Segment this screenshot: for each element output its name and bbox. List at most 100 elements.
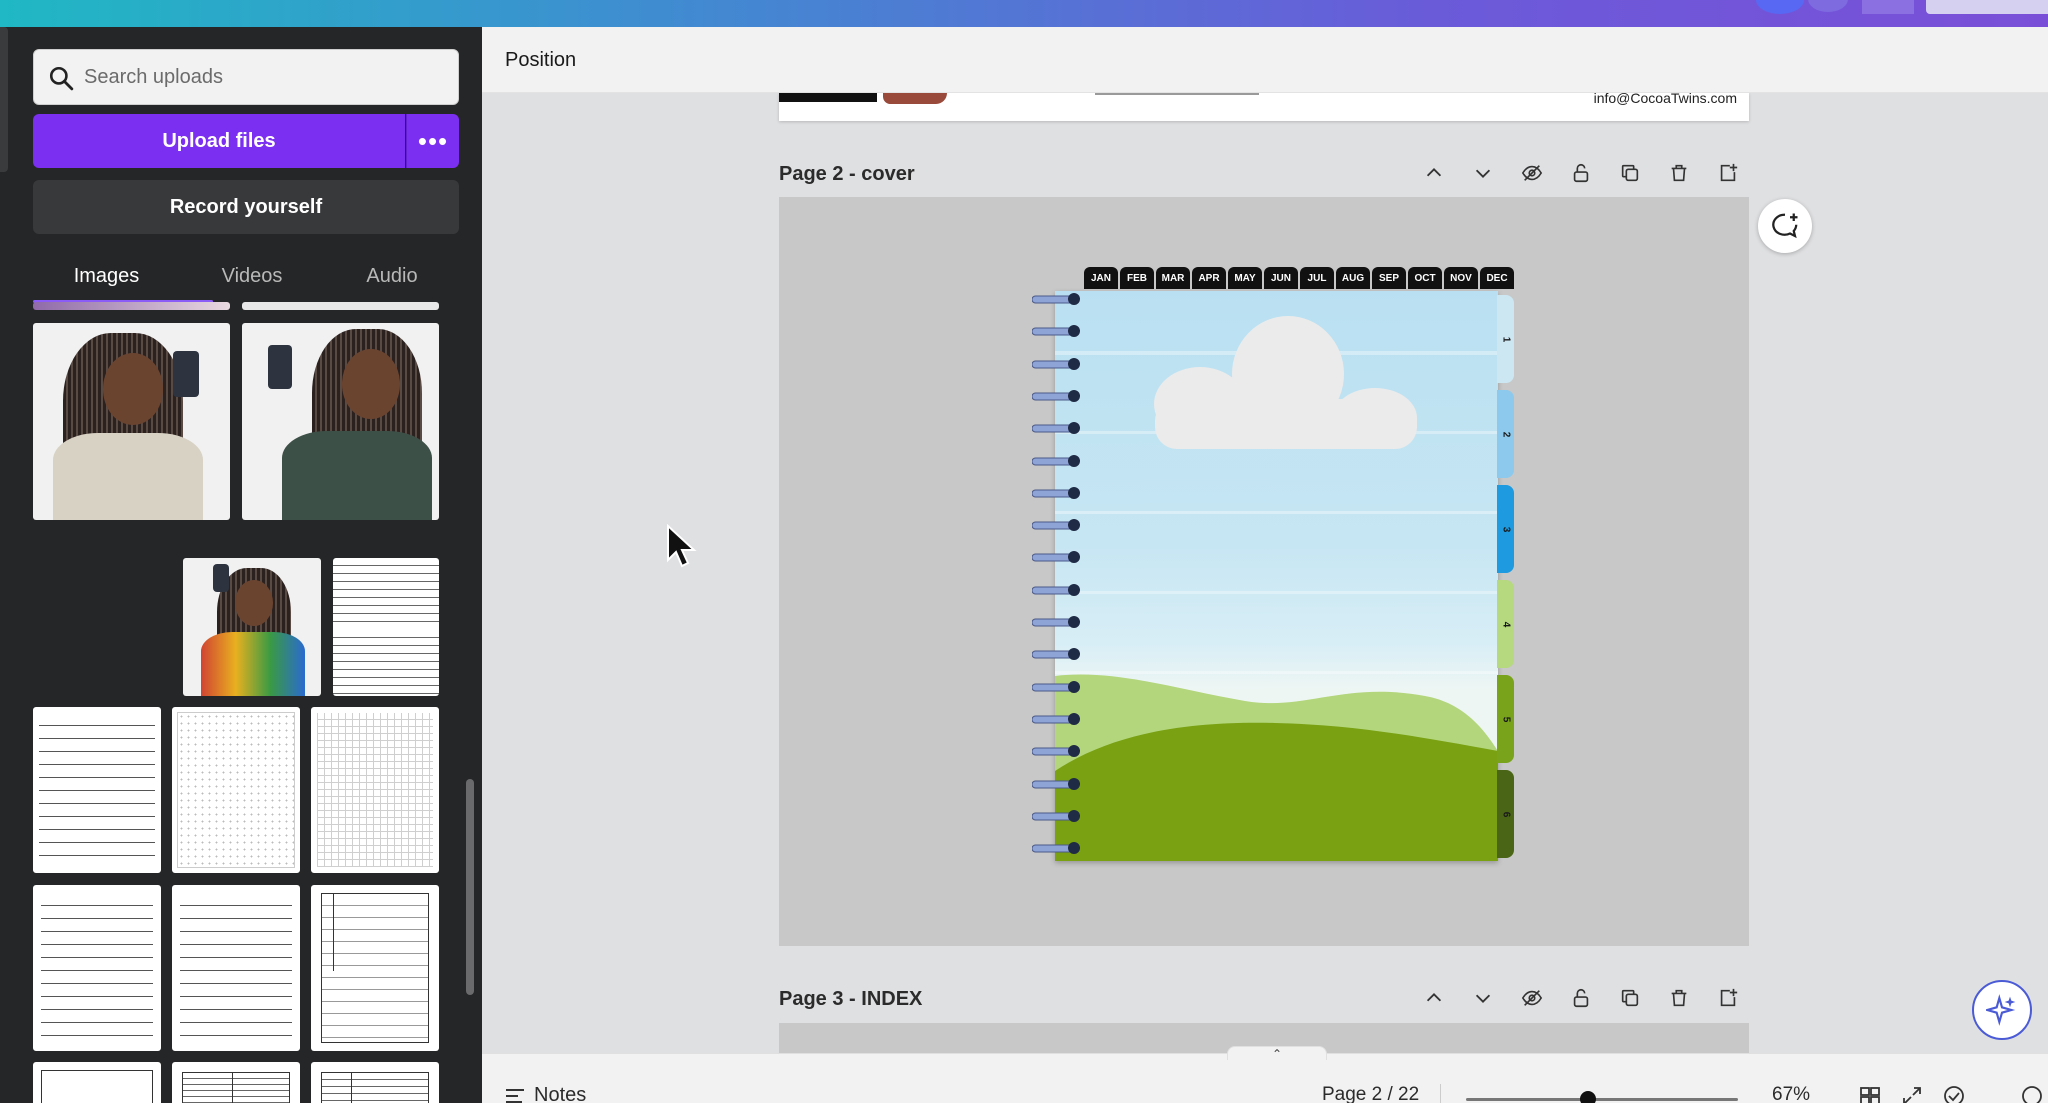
landscape-illustration xyxy=(1055,316,1498,861)
upload-more-options-button[interactable]: ••• xyxy=(406,114,459,168)
page-indicator[interactable]: Page 2 / 22 xyxy=(1322,1084,1419,1103)
record-yourself-button[interactable]: Record yourself xyxy=(33,180,459,234)
upload-thumbnail-person-selfie[interactable] xyxy=(183,558,321,696)
expand-pages-handle[interactable]: ⌃ xyxy=(1227,1046,1327,1061)
upload-thumbnail[interactable] xyxy=(33,302,230,310)
spiral-ring xyxy=(1032,809,1080,822)
duplicate-page-button[interactable] xyxy=(1605,983,1654,1013)
duplicate-page-button[interactable] xyxy=(1605,158,1654,188)
move-page-down-button[interactable] xyxy=(1458,983,1507,1013)
upload-thumbnail-lined-paper[interactable] xyxy=(172,885,300,1051)
upload-thumbnail-lined-paper[interactable] xyxy=(311,1062,439,1103)
month-tab: DEC xyxy=(1480,267,1514,289)
spiral-ring xyxy=(1032,777,1080,790)
spiral-ring xyxy=(1032,616,1080,628)
upload-files-button[interactable]: Upload files xyxy=(33,114,405,168)
move-page-up-button[interactable] xyxy=(1409,983,1458,1013)
upload-thumbnail-lined-paper[interactable] xyxy=(333,558,439,696)
panel-scrollbar[interactable] xyxy=(466,779,474,995)
add-page-button[interactable] xyxy=(1703,983,1752,1013)
duplicate-icon xyxy=(1621,989,1638,1007)
lock-page-button[interactable] xyxy=(1556,983,1605,1013)
upload-thumbnail-person-selfie[interactable] xyxy=(33,323,230,520)
move-page-down-button[interactable] xyxy=(1458,158,1507,188)
avatar[interactable] xyxy=(1756,0,1804,14)
duplicate-icon xyxy=(1621,164,1638,182)
spiral-ring xyxy=(1032,712,1080,725)
share-button[interactable] xyxy=(1926,0,2048,14)
magic-assistant-button[interactable] xyxy=(1972,980,2032,1040)
uploads-panel: Search uploads Upload files ••• Record y… xyxy=(0,27,482,1103)
section-tabs: 1 2 3 4 5 6 xyxy=(1497,291,1515,858)
spiral-ring xyxy=(1032,648,1080,661)
search-placeholder: Search uploads xyxy=(84,65,223,88)
section-tab-label: 5 xyxy=(1500,716,1511,722)
notebook-cover[interactable] xyxy=(1055,291,1498,861)
move-page-up-button[interactable] xyxy=(1409,158,1458,188)
month-tab: NOV xyxy=(1444,267,1478,289)
zoom-level[interactable]: 67% xyxy=(1772,1084,1810,1103)
lock-page-button[interactable] xyxy=(1556,158,1605,188)
spiral-ring xyxy=(1032,519,1080,532)
page-2-controls xyxy=(1409,158,1752,188)
notes-button[interactable]: Notes xyxy=(504,1084,586,1103)
chevron-down-icon xyxy=(1475,994,1490,1003)
add-page-icon xyxy=(1720,163,1737,182)
tab-audio[interactable]: Audio xyxy=(325,253,459,299)
position-button[interactable]: Position xyxy=(505,49,576,72)
section-tab: 3 xyxy=(1497,485,1514,573)
spiral-ring xyxy=(1032,680,1080,693)
upload-thumbnail-dot-paper[interactable] xyxy=(172,707,300,873)
page-3-title[interactable]: Page 3 - INDEX xyxy=(779,988,922,1011)
page-1-preview[interactable]: info@CocoaTwins.com xyxy=(779,93,1749,121)
chevron-up-icon: ⌃ xyxy=(1271,1047,1283,1061)
upload-thumbnail-lined-paper[interactable] xyxy=(172,1062,300,1103)
check-circle-icon[interactable] xyxy=(1942,1084,1966,1103)
spiral-ring xyxy=(1032,486,1080,499)
section-tab: 4 xyxy=(1497,580,1514,668)
top-bar-button[interactable] xyxy=(1862,0,1914,14)
tab-videos[interactable]: Videos xyxy=(179,253,325,299)
eye-off-icon xyxy=(1521,165,1542,181)
mouse-cursor-icon xyxy=(667,524,697,568)
help-icon[interactable] xyxy=(2020,1084,2044,1103)
upload-thumbnail-person-selfie[interactable] xyxy=(242,323,439,520)
fullscreen-icon[interactable] xyxy=(1900,1084,1924,1103)
month-tab: MAR xyxy=(1156,267,1190,289)
notes-label: Notes xyxy=(534,1084,587,1103)
month-tab: AUG xyxy=(1336,267,1370,289)
zoom-slider[interactable] xyxy=(1466,1091,1738,1103)
upload-thumbnail-cornell-paper[interactable] xyxy=(311,885,439,1051)
page-2-title[interactable]: Page 2 - cover xyxy=(779,163,915,186)
tab-images[interactable]: Images xyxy=(33,253,180,299)
search-uploads-input[interactable]: Search uploads xyxy=(33,49,459,105)
section-tab-label: 6 xyxy=(1500,811,1511,817)
avatar[interactable] xyxy=(1808,0,1848,12)
uploads-grid xyxy=(0,302,470,1103)
upload-thumbnail-blank-paper[interactable] xyxy=(33,1062,161,1103)
month-tab: APR xyxy=(1192,267,1226,289)
delete-page-button[interactable] xyxy=(1654,983,1703,1013)
add-comment-button[interactable] xyxy=(1758,199,1812,253)
spiral-ring xyxy=(1032,842,1080,855)
grid-view-icon[interactable] xyxy=(1858,1084,1882,1103)
add-page-button[interactable] xyxy=(1703,158,1752,188)
spiral-ring xyxy=(1032,551,1080,564)
month-tab: JUL xyxy=(1300,267,1334,289)
upload-thumbnail[interactable] xyxy=(242,302,439,310)
spiral-ring xyxy=(1032,293,1080,305)
spiral-ring xyxy=(1032,389,1080,402)
media-tabs: Images Videos Audio xyxy=(33,253,459,303)
rail-scrollbar[interactable] xyxy=(0,27,8,172)
upload-thumbnail-lined-paper[interactable] xyxy=(33,707,161,873)
upload-thumbnail-grid-paper[interactable] xyxy=(311,707,439,873)
hide-page-button[interactable] xyxy=(1507,158,1556,188)
hide-page-button[interactable] xyxy=(1507,983,1556,1013)
month-tabs: JAN FEB MAR APR MAY JUN JUL AUG SEP OCT NOV DEC xyxy=(1084,267,1514,289)
section-tab: 2 xyxy=(1497,390,1514,478)
delete-page-button[interactable] xyxy=(1654,158,1703,188)
upload-thumbnail-lined-paper[interactable] xyxy=(33,885,161,1051)
add-page-icon xyxy=(1720,988,1737,1007)
zoom-slider-knob[interactable] xyxy=(1580,1091,1597,1103)
dark-hill xyxy=(1055,722,1498,861)
